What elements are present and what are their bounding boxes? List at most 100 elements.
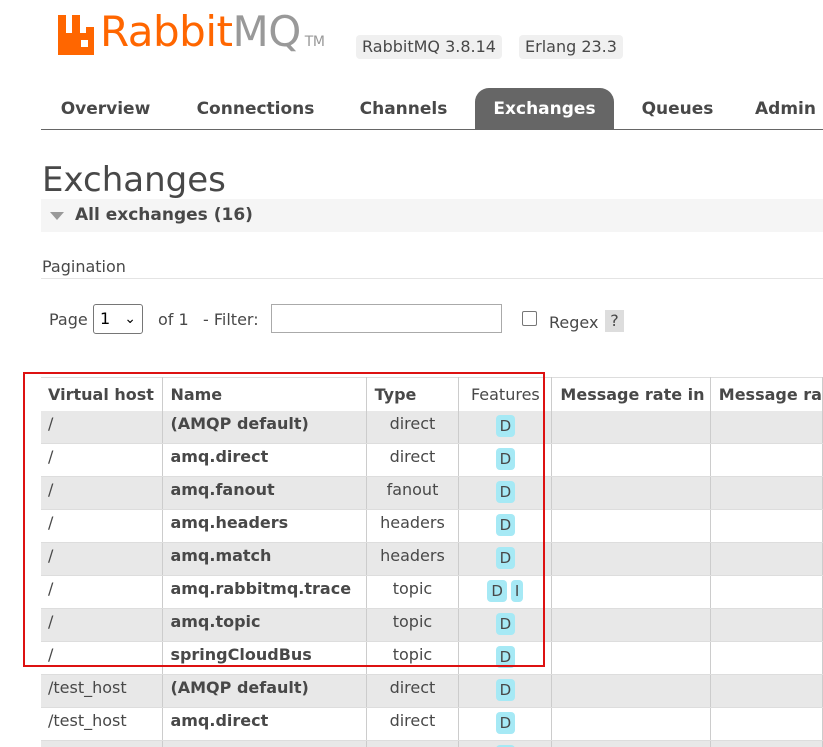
collapse-triangle-icon[interactable] <box>50 212 64 220</box>
cell-exchange-name-link[interactable]: amq.headers <box>162 509 367 543</box>
cell-type: direct <box>366 410 460 444</box>
cell-features: D <box>458 641 553 675</box>
cell-virtual-host: /test_host <box>41 707 164 741</box>
cell-exchange-name-link[interactable]: amq.topic <box>162 608 367 642</box>
cell-virtual-host: / <box>41 575 164 609</box>
cell-virtual-host: / <box>41 443 164 477</box>
column-header-message-rate-out: Message ra <box>710 377 823 411</box>
cell-type: topic <box>366 608 460 642</box>
column-header-name[interactable]: Name <box>162 377 367 411</box>
page-label: Page <box>49 310 88 329</box>
tab-channels[interactable]: Channels <box>350 88 457 130</box>
cell-message-rate-out <box>710 443 823 477</box>
tab-connections[interactable]: Connections <box>190 88 321 130</box>
filter-label: - Filter: <box>203 310 259 329</box>
cell-message-rate-out <box>710 509 823 543</box>
table-row: / (AMQP default) direct D <box>41 410 823 444</box>
table-row: / amq.direct direct D <box>41 443 823 477</box>
help-button[interactable]: ? <box>605 310 624 332</box>
page-select[interactable]: 1 ⌄ <box>93 304 143 334</box>
exchanges-table-container: Virtual host Name Type Features Message … <box>41 377 823 747</box>
cell-message-rate-in <box>551 641 711 675</box>
table-row: /test_host amq.direct direct D <box>41 707 823 741</box>
cell-message-rate-in <box>551 608 711 642</box>
table-row: / amq.headers headers D <box>41 509 823 543</box>
cell-exchange-name-link[interactable]: (AMQP default) <box>162 674 367 708</box>
cell-exchange-name-link[interactable]: amq.fanout <box>162 476 367 510</box>
cell-virtual-host: / <box>41 641 164 675</box>
exchanges-table-body: / (AMQP default) direct D / amq.direct direct D… <box>41 410 823 747</box>
cell-message-rate-in <box>551 476 711 510</box>
cell-exchange-name-link[interactable]: springCloudBus <box>162 641 367 675</box>
cell-message-rate-out <box>710 476 823 510</box>
cell-features: D <box>458 707 553 741</box>
table-row: / amq.fanout fanout D <box>41 476 823 510</box>
rabbitmq-logo-text: RabbitMQ TM <box>100 6 325 68</box>
table-row: / amq.rabbitmq.trace topic D I <box>41 575 823 609</box>
cell-message-rate-in <box>551 674 711 708</box>
regex-checkbox[interactable] <box>522 311 537 326</box>
cell-virtual-host <box>41 740 164 747</box>
cell-message-rate-out <box>710 707 823 741</box>
tab-admin[interactable]: Admin <box>755 88 823 130</box>
tab-overview[interactable]: Overview <box>50 88 161 130</box>
cell-exchange-name-link[interactable]: amq.direct <box>162 707 367 741</box>
column-header-message-rate-in: Message rate in <box>551 377 711 411</box>
cell-features: D <box>458 476 553 510</box>
table-row: /test_host (AMQP default) direct D <box>41 674 823 708</box>
page-select-value: 1 <box>100 309 111 328</box>
cell-exchange-name-link[interactable] <box>162 740 367 747</box>
cell-message-rate-in <box>551 443 711 477</box>
cell-message-rate-in <box>551 740 711 747</box>
feature-badge: D <box>495 547 516 569</box>
cell-exchange-name-link[interactable]: amq.direct <box>162 443 367 477</box>
feature-badge: D <box>495 679 516 701</box>
cell-message-rate-out <box>710 641 823 675</box>
feature-badge: D <box>495 514 516 536</box>
cell-type: topic <box>366 641 460 675</box>
cell-virtual-host: / <box>41 509 164 543</box>
feature-badge: D <box>495 712 516 734</box>
tab-queues[interactable]: Queues <box>632 88 723 130</box>
cell-features: D <box>458 674 553 708</box>
cell-virtual-host: / <box>41 476 164 510</box>
cell-type: direct <box>366 443 460 477</box>
tab-divider <box>41 129 823 130</box>
cell-virtual-host: /test_host <box>41 674 164 708</box>
filter-input[interactable] <box>271 304 502 333</box>
cell-message-rate-out <box>710 740 823 747</box>
cell-exchange-name-link[interactable]: amq.match <box>162 542 367 576</box>
cell-features: D <box>458 509 553 543</box>
chevron-down-icon: ⌄ <box>124 311 136 327</box>
page-count-label: of 1 <box>158 310 189 329</box>
pagination-label: Pagination <box>42 257 126 276</box>
cell-exchange-name-link[interactable]: amq.rabbitmq.trace <box>162 575 367 609</box>
cell-message-rate-out <box>710 674 823 708</box>
column-header-features: Features <box>458 377 553 411</box>
cell-type: direct <box>366 707 460 741</box>
cell-features: D <box>458 542 553 576</box>
feature-badge: D <box>495 613 516 635</box>
logo-word-mq: MQ <box>232 7 301 56</box>
tab-exchanges[interactable]: Exchanges <box>475 88 614 130</box>
feature-badge: I <box>510 580 524 602</box>
cell-message-rate-out <box>710 542 823 576</box>
table-row: / amq.topic topic D <box>41 608 823 642</box>
cell-type: topic <box>366 575 460 609</box>
cell-type: headers <box>366 542 460 576</box>
table-row: / springCloudBus topic D <box>41 641 823 675</box>
cell-message-rate-in <box>551 575 711 609</box>
cell-message-rate-in <box>551 707 711 741</box>
cell-virtual-host: / <box>41 410 164 444</box>
cell-message-rate-in <box>551 542 711 576</box>
rabbitmq-logo-icon <box>58 15 94 55</box>
cell-features: D <box>458 410 553 444</box>
feature-badge: D <box>495 481 516 503</box>
rabbitmq-version-badge: RabbitMQ 3.8.14 <box>356 35 502 59</box>
column-header-type[interactable]: Type <box>366 377 460 411</box>
section-title[interactable]: All exchanges (16) <box>75 205 253 225</box>
cell-exchange-name-link[interactable]: (AMQP default) <box>162 410 367 444</box>
column-header-virtual-host[interactable]: Virtual host <box>41 377 164 411</box>
cell-features: DI <box>458 575 553 609</box>
feature-badge: D <box>495 448 516 470</box>
